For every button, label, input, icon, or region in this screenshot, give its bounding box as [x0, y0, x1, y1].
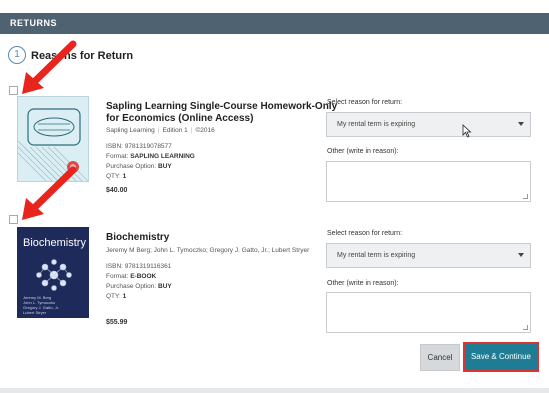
resize-handle-icon[interactable] [523, 194, 528, 199]
item-1-isbn: ISBN: 9781319078577 [106, 143, 172, 150]
item-2-qty-label: QTY: [106, 293, 121, 300]
item-1-price: $40.00 [106, 187, 128, 194]
item-1-format: Format: SAPLING LEARNING [106, 152, 195, 162]
item-2-qty-value: 1 [122, 293, 127, 300]
item-2-reason-label: Select reason for return: [327, 230, 403, 237]
item-1-reason-value: My rental term is expiring [337, 121, 416, 128]
cover-author-line: Lubert Stryer [23, 310, 47, 315]
section-title: RETURNS [10, 18, 58, 28]
page-footer-strip [0, 388, 549, 393]
item-1-edition-row: Sapling Learning | Edition 1 | ©2016 [106, 127, 215, 134]
item-1-title-line2: for Economics (Online Access) [106, 113, 254, 124]
item-2-purchase-value: BUY [158, 283, 172, 290]
section-header: RETURNS [0, 13, 549, 34]
item-1-qty-label: QTY: [106, 173, 121, 180]
item-1-other-label: Other (write in reason): [327, 148, 399, 155]
item-1-format-label: Format: [106, 153, 129, 160]
item-2-cover-image: Biochemistry Jeremy M. Berg John L. Tymoc… [17, 227, 89, 318]
item-2-authors: Jeremy M Berg; John L. Tymoczko; Gregory… [106, 247, 310, 254]
item-1-purchase-value: BUY [158, 163, 172, 170]
item-2-checkbox[interactable] [9, 215, 18, 224]
chevron-down-icon [518, 253, 524, 257]
item-1-edition: Edition 1 [162, 127, 188, 134]
mouse-cursor-icon [462, 124, 472, 138]
item-2-purchase-option: Purchase Option: BUY [106, 282, 172, 292]
returns-panel [0, 34, 549, 390]
item-2-reason-select[interactable]: My rental term is expiring [326, 243, 531, 268]
item-1-format-value: SAPLING LEARNING [130, 153, 195, 160]
cancel-button[interactable]: Cancel [420, 344, 460, 371]
item-2-other-label: Other (write in reason): [327, 280, 399, 287]
red-arrow-annotation-icon [22, 166, 77, 220]
item-2-price: $55.99 [106, 319, 128, 326]
item-1-reason-label: Select reason for return: [327, 99, 403, 106]
item-2-other-reason-textarea[interactable] [326, 292, 531, 333]
molecule-illustration-icon [36, 259, 72, 291]
item-2-reason-value: My rental term is expiring [337, 252, 416, 259]
item-1-purchase-option: Purchase Option: BUY [106, 162, 195, 172]
item-2-format: Format: E-BOOK [106, 272, 172, 282]
item-1-title-line1: Sapling Learning Single-Course Homework-… [106, 101, 338, 112]
item-1-purchase-label: Purchase Option: [106, 163, 157, 170]
item-2-isbn: ISBN: 9781319116361 [106, 263, 172, 270]
item-1-checkbox[interactable] [9, 86, 18, 95]
save-and-continue-button[interactable]: Save & Continue [463, 342, 539, 372]
item-2-qty: QTY: 1 [106, 292, 172, 302]
item-2-cover-authors: Jeremy M. Berg John L. Tymoczko Gregory J.… [23, 295, 59, 315]
item-2-details: ISBN: 9781319116361 Format: E-BOOK Purch… [106, 262, 172, 302]
item-1-reason-select[interactable]: My rental term is expiring [326, 112, 531, 137]
item-1-qty-value: 1 [122, 173, 127, 180]
item-2-cover-title: Biochemistry [23, 237, 86, 249]
red-arrow-annotation-icon [22, 40, 77, 94]
item-2-title: Biochemistry [106, 232, 170, 243]
item-1-publisher: Sapling Learning [106, 127, 155, 134]
item-2-purchase-label: Purchase Option: [106, 283, 157, 290]
item-2-format-label: Format: [106, 273, 129, 280]
item-1-qty: QTY: 1 [106, 172, 195, 182]
item-1-title: Sapling Learning Single-Course Homework-… [106, 101, 337, 125]
item-1-year: ©2016 [195, 127, 215, 134]
item-2-format-value: E-BOOK [130, 273, 157, 280]
chevron-down-icon [518, 122, 524, 126]
resize-handle-icon[interactable] [523, 325, 528, 330]
item-1-other-reason-textarea[interactable] [326, 161, 531, 202]
item-1-details: ISBN: 9781319078577 Format: SAPLING LEAR… [106, 142, 195, 182]
